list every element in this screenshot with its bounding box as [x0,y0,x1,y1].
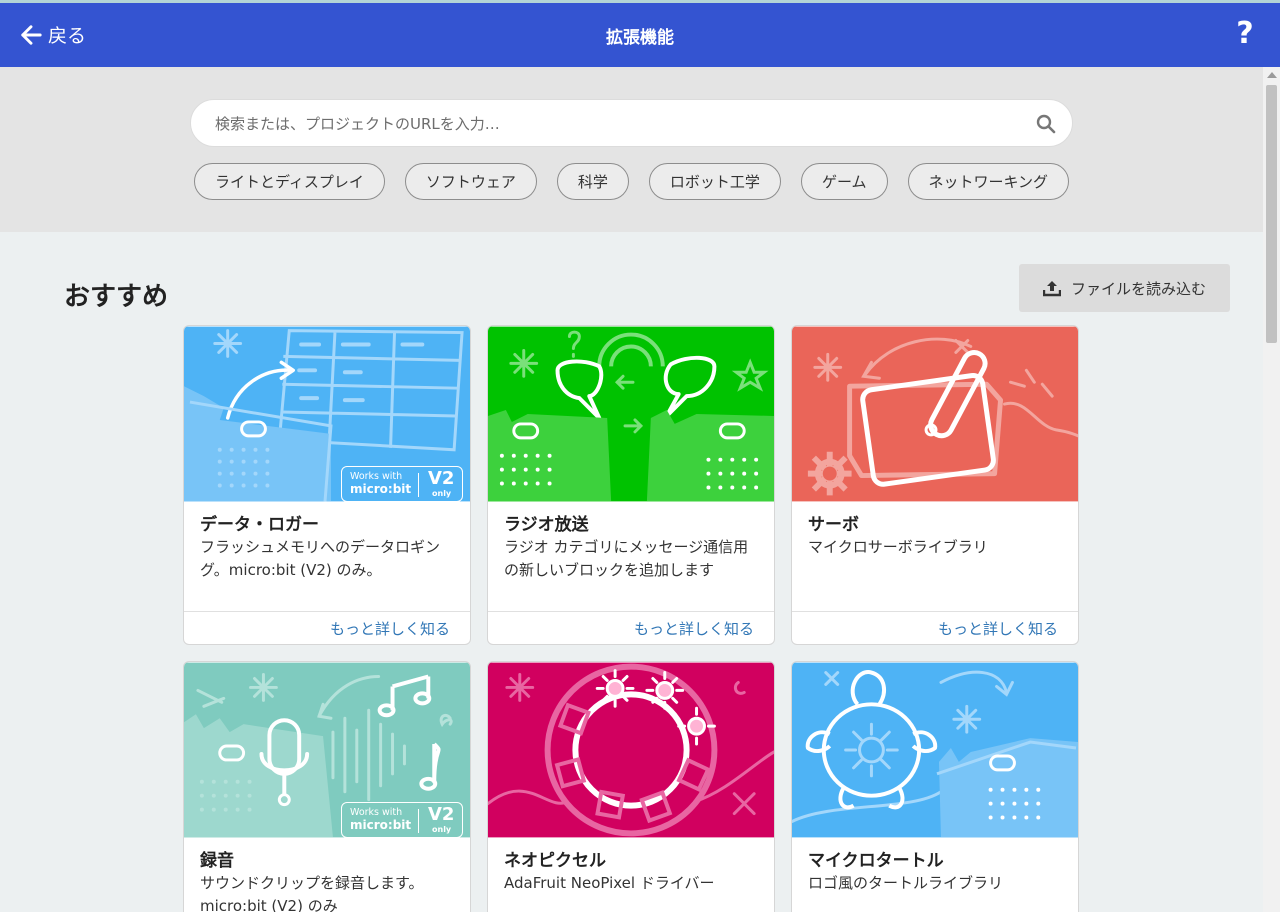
works-with-v2-badge: Works with micro:bit V2 only [341,802,463,838]
category-chip-robotics[interactable]: ロボット工学 [648,163,781,200]
card-footer: もっと詳しく知る [488,611,774,644]
card-title: マイクロタートル [808,851,944,871]
extension-card-microturtle[interactable]: マイクロタートル ロゴ風のタートルライブラリ [791,661,1079,912]
card-title: ネオピクセル [504,851,606,871]
learn-more-link[interactable]: もっと詳しく知る [938,618,1058,639]
card-description: ラジオ カテゴリにメッセージ通信用の新しいブロックを追加します [504,538,749,579]
servo-illustration [792,326,1078,502]
top-bar: 戻る 拡張機能 ? [0,0,1280,67]
badge-product: micro:bit [350,818,412,832]
neopixel-illustration [488,662,774,838]
search-input[interactable] [215,112,1015,136]
extension-card-radio-broadcast[interactable]: ラジオ放送 ラジオ カテゴリにメッセージ通信用の新しいブロックを追加します もっ… [487,325,775,645]
microturtle-illustration [792,662,1078,838]
category-chip-networking[interactable]: ネットワーキング [907,163,1070,200]
help-button[interactable]: ? [1232,17,1258,51]
category-chip-games[interactable]: ゲーム [800,163,888,200]
card-title: サーボ [808,515,859,535]
extension-card-neopixel[interactable]: ネオピクセル AdaFruit NeoPixel ドライバー [487,661,775,912]
learn-more-link[interactable]: もっと詳しく知る [634,618,754,639]
badge-works-with: Works with [350,471,403,482]
category-chip-science[interactable]: 科学 [556,163,629,200]
category-chip-software[interactable]: ソフトウェア [404,163,537,200]
badge-only: only [432,489,452,498]
card-description: AdaFruit NeoPixel ドライバー [504,874,715,892]
card-title: データ・ロガー [200,515,319,535]
extension-card-datalogger[interactable]: Works with micro:bit V2 only データ・ロガー フラッ… [183,325,471,645]
import-label: ファイルを読み込む [1070,279,1206,298]
scroll-up-arrow-icon[interactable] [1267,72,1277,78]
badge-divider [418,809,419,833]
extension-card-servo[interactable]: サーボ マイクロサーボライブラリ もっと詳しく知る [791,325,1079,645]
import-file-button[interactable]: ファイルを読み込む [1019,264,1230,312]
upload-icon [1042,281,1061,297]
badge-version: V2 [428,468,455,489]
category-chip-lights-display[interactable]: ライトとディスプレイ [193,163,385,200]
card-footer: もっと詳しく知る [792,611,1078,644]
card-description: サウンドクリップを録音します。micro:bit (V2) のみ [200,874,424,912]
badge-works-with: Works with [350,807,403,818]
card-description: マイクロサーボライブラリ [808,538,988,556]
category-chips: ライトとディスプレイ ソフトウェア 科学 ロボット工学 ゲーム ネットワーキング [0,163,1263,200]
card-footer: もっと詳しく知る [184,611,470,644]
search-box [190,99,1073,147]
extension-card-record[interactable]: Works with micro:bit V2 only 録音 サウンドクリップ… [183,661,471,912]
scrollbar[interactable] [1263,67,1280,912]
works-with-v2-badge: Works with micro:bit V2 only [341,466,463,502]
card-title: 録音 [200,851,234,871]
scrollbar-thumb[interactable] [1266,85,1277,343]
card-title: ラジオ放送 [504,515,589,535]
badge-divider [418,473,419,497]
search-area: ライトとディスプレイ ソフトウェア 科学 ロボット工学 ゲーム ネットワーキング [0,67,1263,232]
badge-product: micro:bit [350,482,412,496]
badge-version: V2 [428,804,455,825]
badge-only: only [432,825,452,834]
radio-broadcast-illustration [488,326,774,502]
section-title: おすすめ [64,282,169,312]
learn-more-link[interactable]: もっと詳しく知る [330,618,450,639]
card-description: フラッシュメモリへのデータロギング。micro:bit (V2) のみ。 [200,538,441,579]
search-icon[interactable] [1036,114,1056,134]
card-description: ロゴ風のタートルライブラリ [808,874,1004,892]
page-title: 拡張機能 [606,28,674,48]
